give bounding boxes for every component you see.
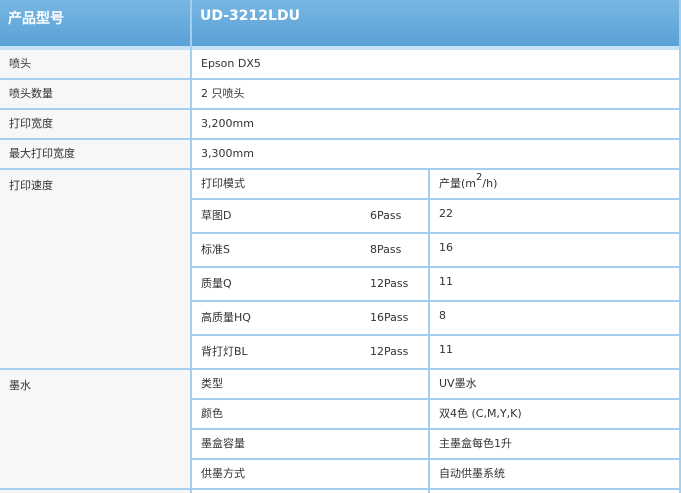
row-divider: [0, 368, 681, 370]
header-model-value: UD-3212LDU: [200, 8, 300, 24]
nozzle-count-label: 喷头数量: [9, 87, 53, 100]
mode-name: 背打灯BL: [201, 345, 248, 358]
ink-item-value-cell: 主墨盒每色1升: [430, 430, 681, 458]
table-bottom-border: [0, 488, 681, 490]
ink-item-value-cell: 自动供墨系统: [430, 460, 681, 488]
mode-name: 高质量HQ: [201, 311, 251, 324]
nozzle-count-value: 2 只喷头: [201, 87, 245, 100]
speed-output-row: 16: [430, 234, 681, 266]
speed-output-header: 产量(m2/h): [439, 173, 498, 190]
speed-mode-header: 打印模式: [201, 177, 245, 190]
ink-item-value-cell: 双4色 (C,M,Y,K): [430, 400, 681, 428]
ink-item-name-cell: 供墨方式: [192, 460, 428, 488]
max-print-width-value: 3,300mm: [201, 147, 254, 160]
mode-pass: 6Pass: [370, 209, 402, 222]
mode-output: 11: [439, 343, 453, 356]
ink-item-name: 墨盒容量: [201, 437, 245, 450]
ink-item-value: 主墨盒每色1升: [439, 437, 512, 450]
header-divider: [0, 46, 681, 50]
row-divider: [192, 198, 681, 200]
row-value-max-print-width: 3,300mm: [192, 140, 681, 168]
row-divider: [192, 458, 681, 460]
row-divider: [0, 108, 681, 110]
row-divider: [0, 78, 681, 80]
ink-item-value-cell: UV墨水: [430, 370, 681, 398]
speed-output-row: 11: [430, 336, 681, 368]
ink-item-name: 颜色: [201, 407, 223, 420]
output-header-suffix: /h): [482, 177, 498, 190]
mode-pass: 16Pass: [370, 311, 409, 324]
row-divider: [0, 138, 681, 140]
print-width-value: 3,200mm: [201, 117, 254, 130]
print-speed-label: 打印速度: [9, 179, 53, 192]
speed-mode-row: 草图D 6Pass: [192, 200, 428, 232]
row-divider: [0, 168, 681, 170]
speed-output-row: 22: [430, 200, 681, 232]
ink-item-value: 自动供墨系统: [439, 467, 505, 480]
ink-item-name-cell: 类型: [192, 370, 428, 398]
speed-mode-header-cell: 打印模式: [192, 170, 428, 198]
speed-mode-row: 高质量HQ 16Pass: [192, 302, 428, 334]
mode-pass: 12Pass: [370, 345, 409, 358]
print-width-label: 打印宽度: [9, 117, 53, 130]
row-divider: [192, 334, 681, 336]
output-header-exponent: 2: [476, 172, 483, 184]
nozzle-value: Epson DX5: [201, 57, 261, 70]
header-cell-model-value: UD-3212LDU: [192, 0, 681, 46]
row-label-max-print-width: 最大打印宽度: [0, 140, 190, 168]
row-label-nozzle-count: 喷头数量: [0, 80, 190, 108]
speed-mode-row: 标准S 8Pass: [192, 234, 428, 266]
row-label-print-width: 打印宽度: [0, 110, 190, 138]
column-divider-main: [190, 0, 192, 493]
mode-output: 8: [439, 309, 446, 322]
row-label-nozzle: 喷头: [0, 50, 190, 78]
spec-table: 产品型号 UD-3212LDU 喷头 Epson DX5 喷头数量 2 只喷头 …: [0, 0, 681, 493]
ink-item-value: UV墨水: [439, 377, 477, 390]
ink-item-name: 类型: [201, 377, 223, 390]
mode-name: 标准S: [201, 243, 230, 256]
header-model-label: 产品型号: [8, 11, 64, 27]
speed-mode-row: 质量Q 12Pass: [192, 268, 428, 300]
speed-output-row: 11: [430, 268, 681, 300]
row-value-print-width: 3,200mm: [192, 110, 681, 138]
ink-item-name-cell: 颜色: [192, 400, 428, 428]
header-cell-model-label: 产品型号: [0, 0, 190, 46]
mode-output: 16: [439, 241, 453, 254]
ink-label: 墨水: [9, 379, 31, 392]
nozzle-label: 喷头: [9, 57, 31, 70]
ink-item-name-cell: 墨盒容量: [192, 430, 428, 458]
mode-pass: 12Pass: [370, 277, 409, 290]
ink-item-name: 供墨方式: [201, 467, 245, 480]
row-value-nozzle-count: 2 只喷头: [192, 80, 681, 108]
column-divider-sub: [428, 170, 430, 493]
speed-output-row: 8: [430, 302, 681, 334]
max-print-width-label: 最大打印宽度: [9, 147, 75, 160]
row-divider: [192, 266, 681, 268]
mode-output: 11: [439, 275, 453, 288]
mode-name: 质量Q: [201, 277, 232, 290]
mode-pass: 8Pass: [370, 243, 402, 256]
row-label-ink: 墨水: [0, 370, 190, 493]
row-value-nozzle: Epson DX5: [192, 50, 681, 78]
row-divider: [192, 428, 681, 430]
row-divider: [192, 232, 681, 234]
row-divider: [192, 300, 681, 302]
speed-mode-row: 背打灯BL 12Pass: [192, 336, 428, 368]
mode-output: 22: [439, 207, 453, 220]
output-header-prefix: 产量(m: [439, 177, 477, 190]
ink-item-value: 双4色 (C,M,Y,K): [439, 407, 522, 420]
speed-output-header-cell: 产量(m2/h): [430, 170, 681, 198]
row-label-print-speed: 打印速度: [0, 170, 190, 368]
mode-name: 草图D: [201, 209, 232, 222]
row-divider: [192, 398, 681, 400]
